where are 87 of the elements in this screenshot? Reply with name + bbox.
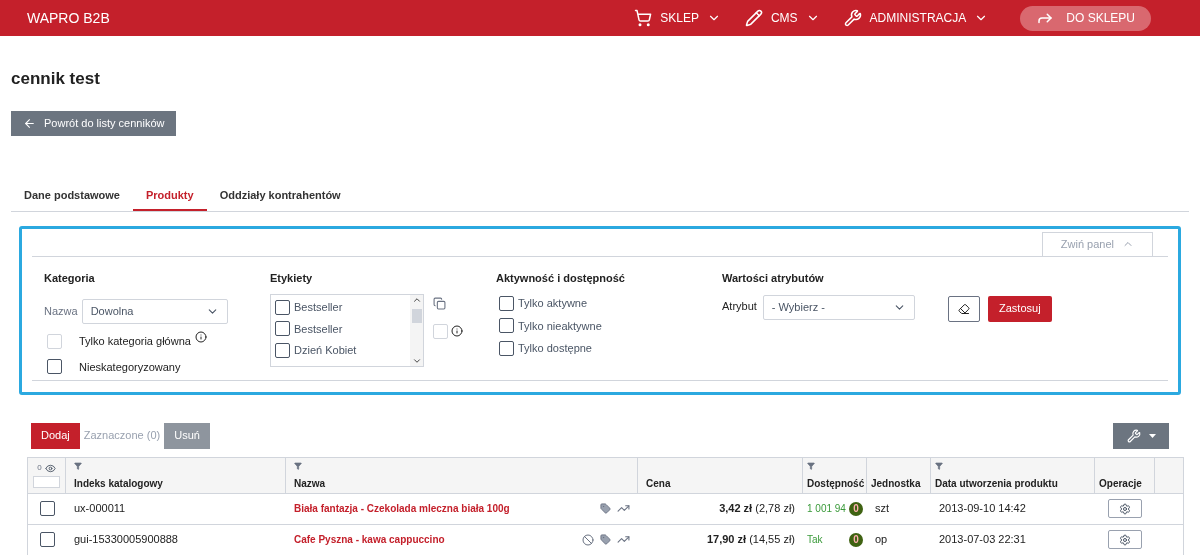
field-label: Atrybut — [722, 299, 757, 314]
settings-button[interactable] — [1108, 499, 1142, 518]
tab[interactable]: Produkty — [132, 181, 207, 211]
scrollbar[interactable] — [410, 295, 423, 366]
nav-menu[interactable]: SKLEP — [634, 9, 721, 27]
page-title: cennik test — [11, 68, 101, 90]
checkbox[interactable] — [499, 295, 514, 311]
table-cell-text: gui-15330005900888 — [73, 532, 179, 548]
section-heading: Kategoria — [44, 270, 96, 286]
availability: Tak — [807, 533, 823, 547]
column-header[interactable]: Indeks katalogowy — [66, 457, 286, 493]
info-icon — [451, 325, 463, 337]
availability-badge: 0 — [849, 501, 863, 516]
checkbox-label: Tylko dostępne — [518, 341, 592, 356]
filter-icon[interactable] — [935, 461, 943, 470]
clear-filters-button[interactable] — [948, 295, 980, 322]
checkbox[interactable] — [275, 299, 290, 315]
section-heading: Etykiety — [270, 270, 314, 286]
wrench-icon — [843, 9, 862, 27]
blocked-icon — [582, 533, 594, 546]
add-button[interactable]: Dodaj — [31, 422, 80, 449]
settings-button[interactable] — [1108, 530, 1142, 549]
table-cell-text: 2013-09-10 14:42 — [938, 501, 1027, 517]
selected-count: Zaznaczone (0) — [83, 428, 161, 444]
field-label: Nazwa — [44, 304, 78, 320]
filter-icon[interactable] — [807, 461, 815, 470]
column-header[interactable]: Operacje — [1095, 457, 1155, 493]
column-header[interactable]: Jednostka — [867, 457, 931, 493]
tag-icon — [600, 534, 611, 545]
arrow-left-icon — [23, 116, 36, 130]
settings-icon — [1119, 502, 1131, 515]
checkbox[interactable] — [275, 321, 290, 337]
section-heading: Wartości atrybutów — [722, 270, 825, 286]
table-cell-text: ux-000011 — [73, 501, 127, 517]
checkbox[interactable] — [275, 342, 290, 358]
table-cell-text: szt — [874, 501, 891, 517]
checkbox-label: Tylko kategoria główna — [79, 334, 191, 349]
tab[interactable]: Dane podstawowe — [11, 181, 133, 211]
eye-icon[interactable] — [44, 462, 56, 474]
caret-icon — [1148, 433, 1156, 438]
info-icon — [194, 331, 207, 344]
column-header[interactable]: Cena — [638, 457, 803, 493]
hidden-count: 0 — [37, 462, 42, 474]
checkbox-label: Tylko nieaktywne — [518, 318, 602, 334]
table-cell-text: op — [874, 532, 889, 548]
tools-dropdown-button[interactable] — [1113, 422, 1169, 449]
column-header[interactable]: Data utworzenia produktu — [931, 457, 1095, 493]
checkbox-label: Tylko aktywne — [518, 296, 588, 311]
scroll-thumb[interactable] — [411, 309, 422, 323]
attribute-select[interactable]: - Wybierz - — [762, 295, 915, 320]
row-checkbox[interactable] — [39, 532, 55, 547]
price: 3,42 zł (2,78 zł) — [719, 502, 795, 515]
nav-menu[interactable]: CMS — [744, 9, 820, 27]
tag-icon — [600, 503, 611, 514]
cart-icon — [634, 9, 653, 27]
price: 17,90 zł (14,55 zł) — [706, 533, 795, 546]
column-header[interactable]: Nazwa — [286, 457, 638, 493]
brand-name: WAPRO B2B — [27, 8, 110, 28]
product-link[interactable]: Cafe Pyszna - kawa cappuccino — [294, 532, 445, 547]
tab[interactable]: Oddziały kontrahentów — [206, 181, 354, 211]
eraser-icon — [958, 302, 970, 315]
pencil-icon — [744, 9, 763, 27]
availability: 1 001 94 — [807, 502, 846, 516]
column-header[interactable]: Dostępność — [803, 457, 867, 493]
table-cell-text: 2013-07-03 22:31 — [938, 532, 1027, 548]
scroll-down-icon[interactable] — [411, 356, 422, 366]
filter-icon[interactable] — [74, 461, 82, 470]
label-option[interactable]: Bestseller — [294, 320, 343, 337]
checkbox[interactable] — [499, 340, 514, 356]
label-option[interactable]: Dzień Kobiet — [294, 342, 357, 359]
label-option[interactable]: Bestseller — [294, 299, 343, 316]
category-select[interactable]: Dowolna — [81, 299, 228, 324]
filter-icon[interactable] — [294, 461, 302, 470]
checkbox-label: Nieskategoryzowany — [79, 359, 181, 375]
section-heading: Aktywność i dostępność — [496, 270, 626, 286]
apply-button[interactable]: Zastosuj — [988, 295, 1052, 322]
availability-badge: 0 — [849, 532, 863, 547]
settings-icon — [1119, 533, 1131, 546]
row-checkbox[interactable] — [39, 501, 55, 516]
tools-icon — [1126, 428, 1141, 443]
back-button[interactable]: Powrót do listy cenników — [11, 110, 177, 136]
nav-menu[interactable]: ADMINISTRACJA — [843, 9, 989, 27]
product-link[interactable]: Biała fantazja - Czekolada mleczna biała 100g — [294, 501, 510, 516]
scroll-up-icon[interactable] — [411, 295, 422, 305]
copy-icon[interactable] — [433, 296, 446, 310]
checkbox[interactable] — [47, 359, 62, 375]
checkbox[interactable] — [499, 318, 514, 334]
